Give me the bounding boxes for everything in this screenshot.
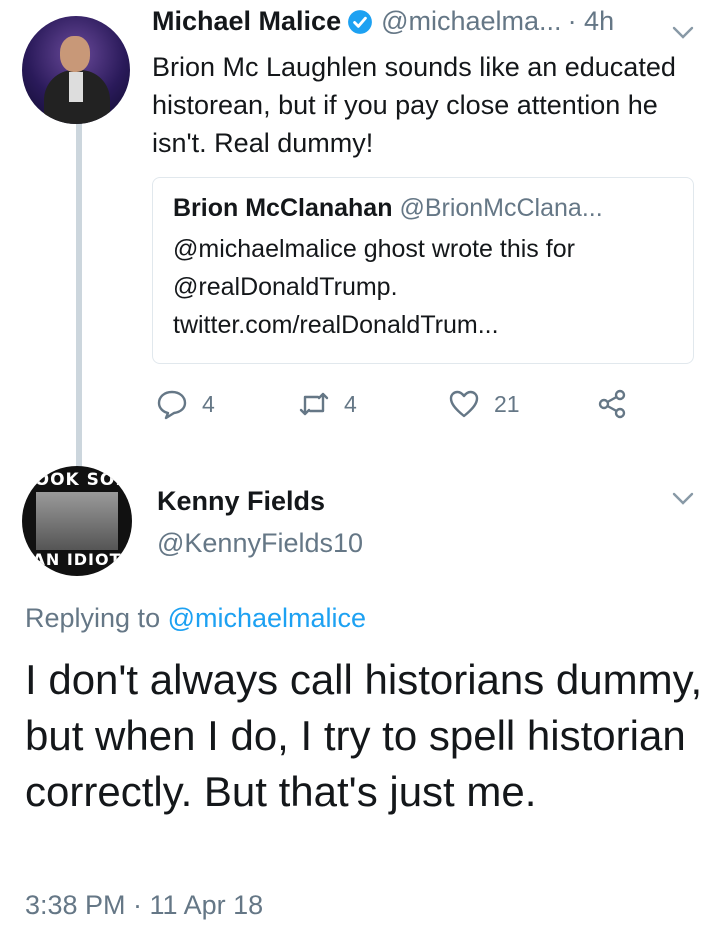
quoted-author-name: Brion McClanahan: [173, 194, 393, 222]
retweet-count: 4: [344, 390, 357, 417]
replying-to: Replying to @michaelmalice: [25, 603, 366, 634]
tweet1-header: Michael Malice @michaelma... · 4h: [152, 6, 614, 37]
avatar-caption-bottom: AN IDIOT: [32, 550, 122, 569]
chevron-down-icon[interactable]: [672, 26, 694, 40]
reply-count: 4: [202, 390, 215, 417]
avatar-photo: [36, 492, 118, 550]
avatar-kenny-fields[interactable]: LOOK SON AN IDIOT: [22, 466, 132, 576]
tweet2-timestamp[interactable]: 3:38 PM · 11 Apr 18: [25, 890, 263, 921]
tweet2-text: I don't always call historians dummy, bu…: [25, 656, 703, 815]
quoted-tweet-text: @michaelmalice ghost wrote this for @rea…: [173, 235, 575, 339]
reply-button[interactable]: 4: [156, 388, 215, 420]
quoted-author-handle: @BrionMcClana...: [399, 194, 603, 222]
quoted-tweet[interactable]: Brion McClanahan @BrionMcClana... @micha…: [152, 177, 694, 364]
tweet2-author-handle[interactable]: @KennyFields10: [157, 528, 363, 559]
like-button[interactable]: 21: [448, 388, 520, 420]
thread-connector-line: [76, 118, 82, 470]
retweet-icon: [299, 392, 329, 416]
reply-icon: [157, 390, 187, 420]
avatar-michael-malice[interactable]: [22, 16, 130, 124]
chevron-down-icon[interactable]: [672, 492, 694, 506]
retweet-button[interactable]: 4: [298, 388, 357, 420]
replying-handle-link[interactable]: @michaelmalice: [168, 603, 366, 633]
tweet2-author-name[interactable]: Kenny Fields: [157, 486, 325, 517]
tweet1-actions: 4 4 21: [152, 388, 652, 424]
tweet1-author-handle[interactable]: @michaelma...: [381, 6, 561, 37]
verified-badge-icon: [348, 9, 373, 34]
like-icon: [449, 390, 479, 418]
share-icon: [598, 389, 626, 419]
like-count: 21: [494, 390, 520, 417]
tweet1-time[interactable]: · 4h: [568, 6, 615, 37]
share-button[interactable]: [596, 388, 642, 420]
replying-prefix: Replying to: [25, 603, 161, 633]
tweet1-author-name[interactable]: Michael Malice: [152, 6, 341, 37]
avatar-caption-top: LOOK SON: [23, 470, 131, 490]
tweet1-text: Brion Mc Laughlen sounds like an educate…: [152, 52, 676, 158]
